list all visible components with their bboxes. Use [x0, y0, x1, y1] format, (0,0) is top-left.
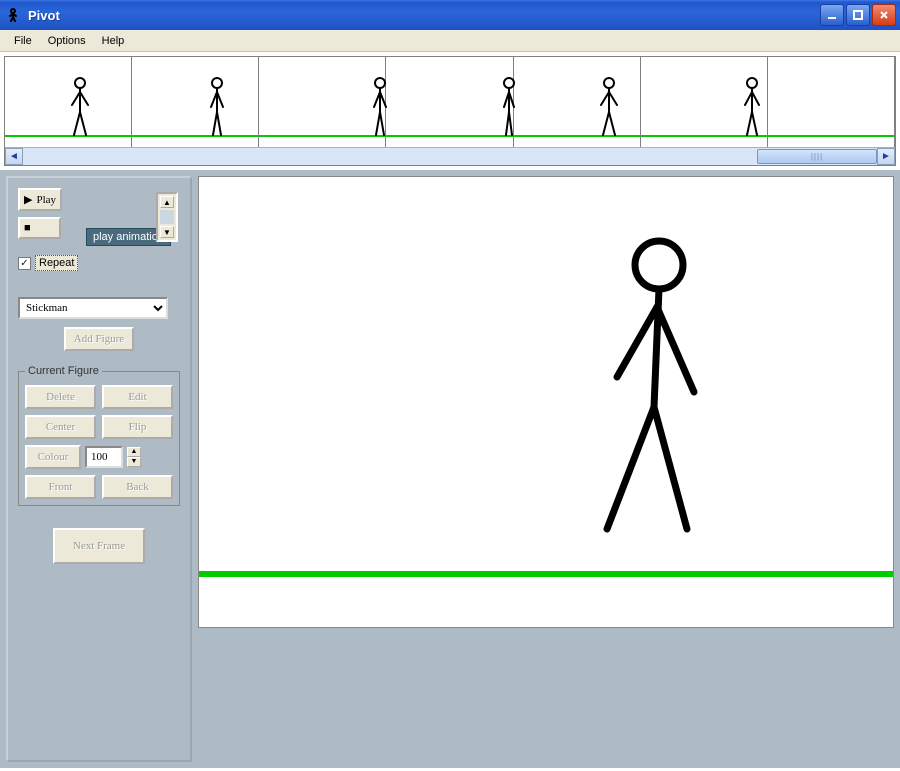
frame-thumb[interactable]	[386, 57, 513, 147]
frame-thumb[interactable]	[514, 57, 641, 147]
current-figure-group: Current Figure Delete Edit Center Flip C…	[18, 365, 180, 506]
menubar: File Options Help	[0, 30, 900, 52]
title: Pivot	[28, 8, 820, 23]
frame-thumb[interactable]	[641, 57, 768, 147]
play-button[interactable]: ▶ Play	[18, 188, 62, 211]
figure-select[interactable]: Stickman	[18, 297, 168, 319]
timeline-scrollbar[interactable]: ◄ ►	[5, 147, 895, 165]
edit-button[interactable]: Edit	[102, 385, 173, 409]
scroll-right-button[interactable]: ►	[877, 148, 895, 165]
speed-slider[interactable]: ▲ ▼	[156, 192, 178, 242]
canvas-area	[198, 170, 900, 768]
repeat-checkbox[interactable]: ✓	[18, 257, 31, 270]
back-button[interactable]: Back	[102, 475, 173, 499]
speed-up-button[interactable]: ▲	[160, 196, 174, 208]
app-icon	[4, 6, 22, 24]
frame-thumb[interactable]	[768, 57, 895, 147]
center-button[interactable]: Center	[25, 415, 96, 439]
colour-button[interactable]: Colour	[25, 445, 81, 469]
stick-figure[interactable]	[559, 237, 739, 537]
play-label: Play	[36, 194, 56, 206]
size-down-button[interactable]: ▼	[127, 457, 141, 467]
repeat-label[interactable]: Repeat	[35, 255, 78, 271]
scroll-left-button[interactable]: ◄	[5, 148, 23, 165]
size-up-button[interactable]: ▲	[127, 447, 141, 457]
delete-button[interactable]: Delete	[25, 385, 96, 409]
minimize-button[interactable]	[820, 4, 844, 26]
stop-icon: ■	[24, 222, 31, 234]
size-input[interactable]	[85, 446, 123, 468]
titlebar: Pivot	[0, 0, 900, 30]
maximize-button[interactable]	[846, 4, 870, 26]
speed-down-button[interactable]: ▼	[160, 226, 174, 238]
current-figure-legend: Current Figure	[25, 365, 102, 377]
front-button[interactable]: Front	[25, 475, 96, 499]
canvas[interactable]	[198, 176, 894, 628]
scroll-track[interactable]	[23, 148, 877, 165]
add-figure-button[interactable]: Add Figure	[64, 327, 134, 351]
flip-button[interactable]: Flip	[102, 415, 173, 439]
sidebar: ▶ Play ■ Stop play animation ▲ ▼ ✓ Repea…	[6, 176, 192, 762]
ground-line	[199, 571, 893, 577]
main-area: ▶ Play ■ Stop play animation ▲ ▼ ✓ Repea…	[0, 170, 900, 768]
menu-options[interactable]: Options	[40, 33, 94, 49]
menu-help[interactable]: Help	[94, 33, 133, 49]
timeline: ◄ ►	[4, 56, 896, 166]
close-button[interactable]	[872, 4, 896, 26]
stop-button[interactable]: ■ Stop	[18, 217, 61, 239]
menu-file[interactable]: File	[6, 33, 40, 49]
timeline-frames[interactable]	[5, 57, 895, 147]
frame-thumb[interactable]	[5, 57, 132, 147]
frame-thumb[interactable]	[259, 57, 386, 147]
scroll-thumb[interactable]	[757, 149, 877, 164]
next-frame-button[interactable]: Next Frame	[53, 528, 145, 564]
play-icon: ▶	[24, 193, 32, 206]
frame-thumb[interactable]	[132, 57, 259, 147]
speed-track[interactable]	[160, 210, 174, 224]
